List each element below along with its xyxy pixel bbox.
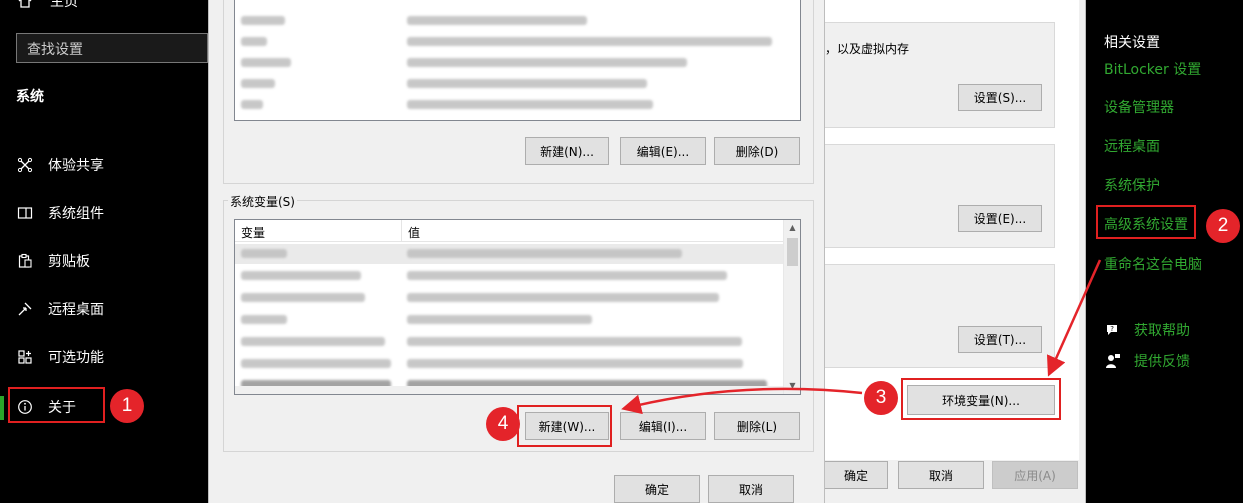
step-badge-3: 3: [864, 381, 898, 415]
step-badge-4: 4: [486, 407, 520, 441]
step-badge-2: 2: [1206, 209, 1240, 243]
annotation-arrows: [621, 259, 1102, 415]
arrow-step3-to-step4: [621, 387, 863, 415]
arrow-step2-to-step3: [1046, 259, 1102, 377]
step-badge-1: 1: [110, 389, 144, 423]
